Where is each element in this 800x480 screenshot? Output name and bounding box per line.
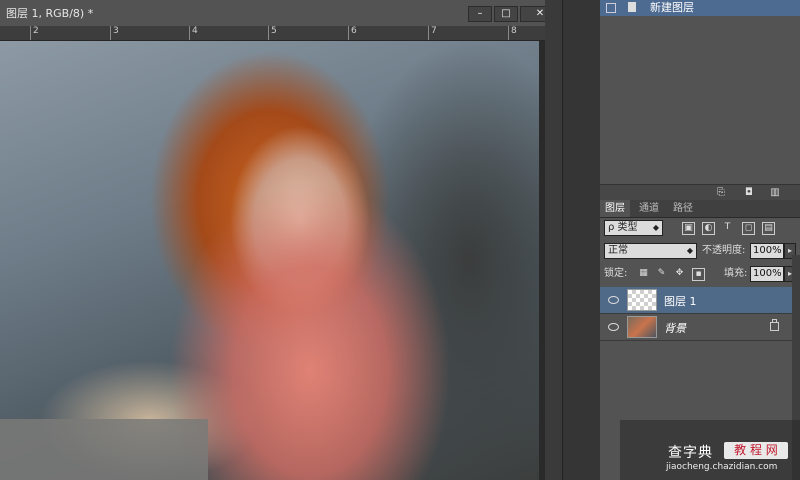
- image-filter-icon[interactable]: ▣: [682, 222, 695, 235]
- history-item-new-layer[interactable]: 新建图层: [600, 0, 800, 16]
- minimize-button[interactable]: –: [468, 6, 492, 22]
- fill-label: 填充:: [724, 268, 748, 279]
- fill-input[interactable]: 100%: [750, 266, 784, 282]
- visibility-eye-icon[interactable]: [608, 296, 619, 304]
- watermark-url: jiaocheng.chazidian.com: [666, 462, 778, 472]
- gray-overlay-block: [0, 419, 208, 480]
- filter-kind-select[interactable]: ρ 类型 ◆: [604, 220, 663, 236]
- tab-layers[interactable]: 图层: [600, 200, 630, 217]
- trash-icon[interactable]: ▥: [770, 188, 780, 198]
- lock-icon: [770, 319, 779, 331]
- layer-thumbnail: [627, 289, 657, 311]
- adjustment-filter-icon[interactable]: ◐: [702, 222, 715, 235]
- ruler-tick: 4: [189, 26, 198, 40]
- history-checkbox[interactable]: [606, 3, 616, 13]
- panel-dock-strip: [562, 0, 601, 480]
- layer-name: 图层 1: [664, 295, 697, 308]
- opacity-input[interactable]: 100%: [750, 243, 784, 259]
- document-icon: [628, 2, 636, 12]
- horizontal-ruler: 2 3 4 5 6 7 8: [0, 26, 545, 41]
- layer-row-background[interactable]: 背景: [600, 314, 792, 341]
- site-watermark: 查字典 教 程 网 jiaocheng.chazidian.com: [620, 420, 800, 480]
- blend-mode-select[interactable]: 正常 ◆: [604, 243, 697, 259]
- lock-all-icon[interactable]: ▪: [692, 268, 705, 281]
- smart-object-filter-icon[interactable]: ▤: [762, 222, 775, 235]
- ruler-tick: 5: [268, 26, 277, 40]
- maximize-button[interactable]: □: [494, 6, 518, 22]
- panel-tabs: 图层 通道 路径: [600, 200, 800, 218]
- opacity-label: 不透明度:: [702, 245, 746, 256]
- layer-filter-row: ρ 类型 ◆ ▣ ◐ T ◻ ▤: [604, 220, 796, 236]
- history-panel: 新建图层: [600, 0, 800, 200]
- ruler-tick: 3: [110, 26, 119, 40]
- camera-snapshot-icon[interactable]: ◘: [744, 188, 754, 198]
- history-panel-footer: ⎘ ◘ ▥: [600, 184, 800, 201]
- lock-transparent-pixels-icon[interactable]: ▦: [638, 268, 649, 279]
- new-document-from-state-icon[interactable]: ⎘: [716, 188, 726, 198]
- history-item-label: 新建图层: [650, 1, 694, 14]
- tab-paths[interactable]: 路径: [668, 200, 698, 217]
- ruler-tick: 8: [508, 26, 517, 40]
- lock-image-pixels-icon[interactable]: ✎: [656, 268, 667, 279]
- shape-filter-icon[interactable]: ◻: [742, 222, 755, 235]
- watermark-sub-label: 教 程 网: [724, 442, 788, 459]
- ruler-tick: 2: [30, 26, 39, 40]
- layer-thumbnail: [627, 316, 657, 338]
- ruler-tick: 6: [348, 26, 357, 40]
- lock-label: 锁定:: [604, 268, 628, 279]
- document-tab-title[interactable]: 图层 1, RGB/8) *: [0, 4, 306, 24]
- document-window: 图层 1, RGB/8) * – □ ✕ 2 3 4 5 6 7 8: [0, 0, 562, 480]
- watermark-site-name: 查字典: [668, 445, 713, 461]
- image-canvas[interactable]: [0, 41, 545, 480]
- type-filter-icon[interactable]: T: [722, 222, 733, 233]
- layer-row-layer-1[interactable]: 图层 1: [600, 287, 792, 314]
- lock-position-icon[interactable]: ✥: [674, 268, 685, 279]
- canvas-gutter: [545, 0, 562, 480]
- ruler-tick: 7: [428, 26, 437, 40]
- visibility-eye-icon[interactable]: [608, 323, 619, 331]
- layer-name: 背景: [664, 322, 686, 335]
- tab-channels[interactable]: 通道: [634, 200, 664, 217]
